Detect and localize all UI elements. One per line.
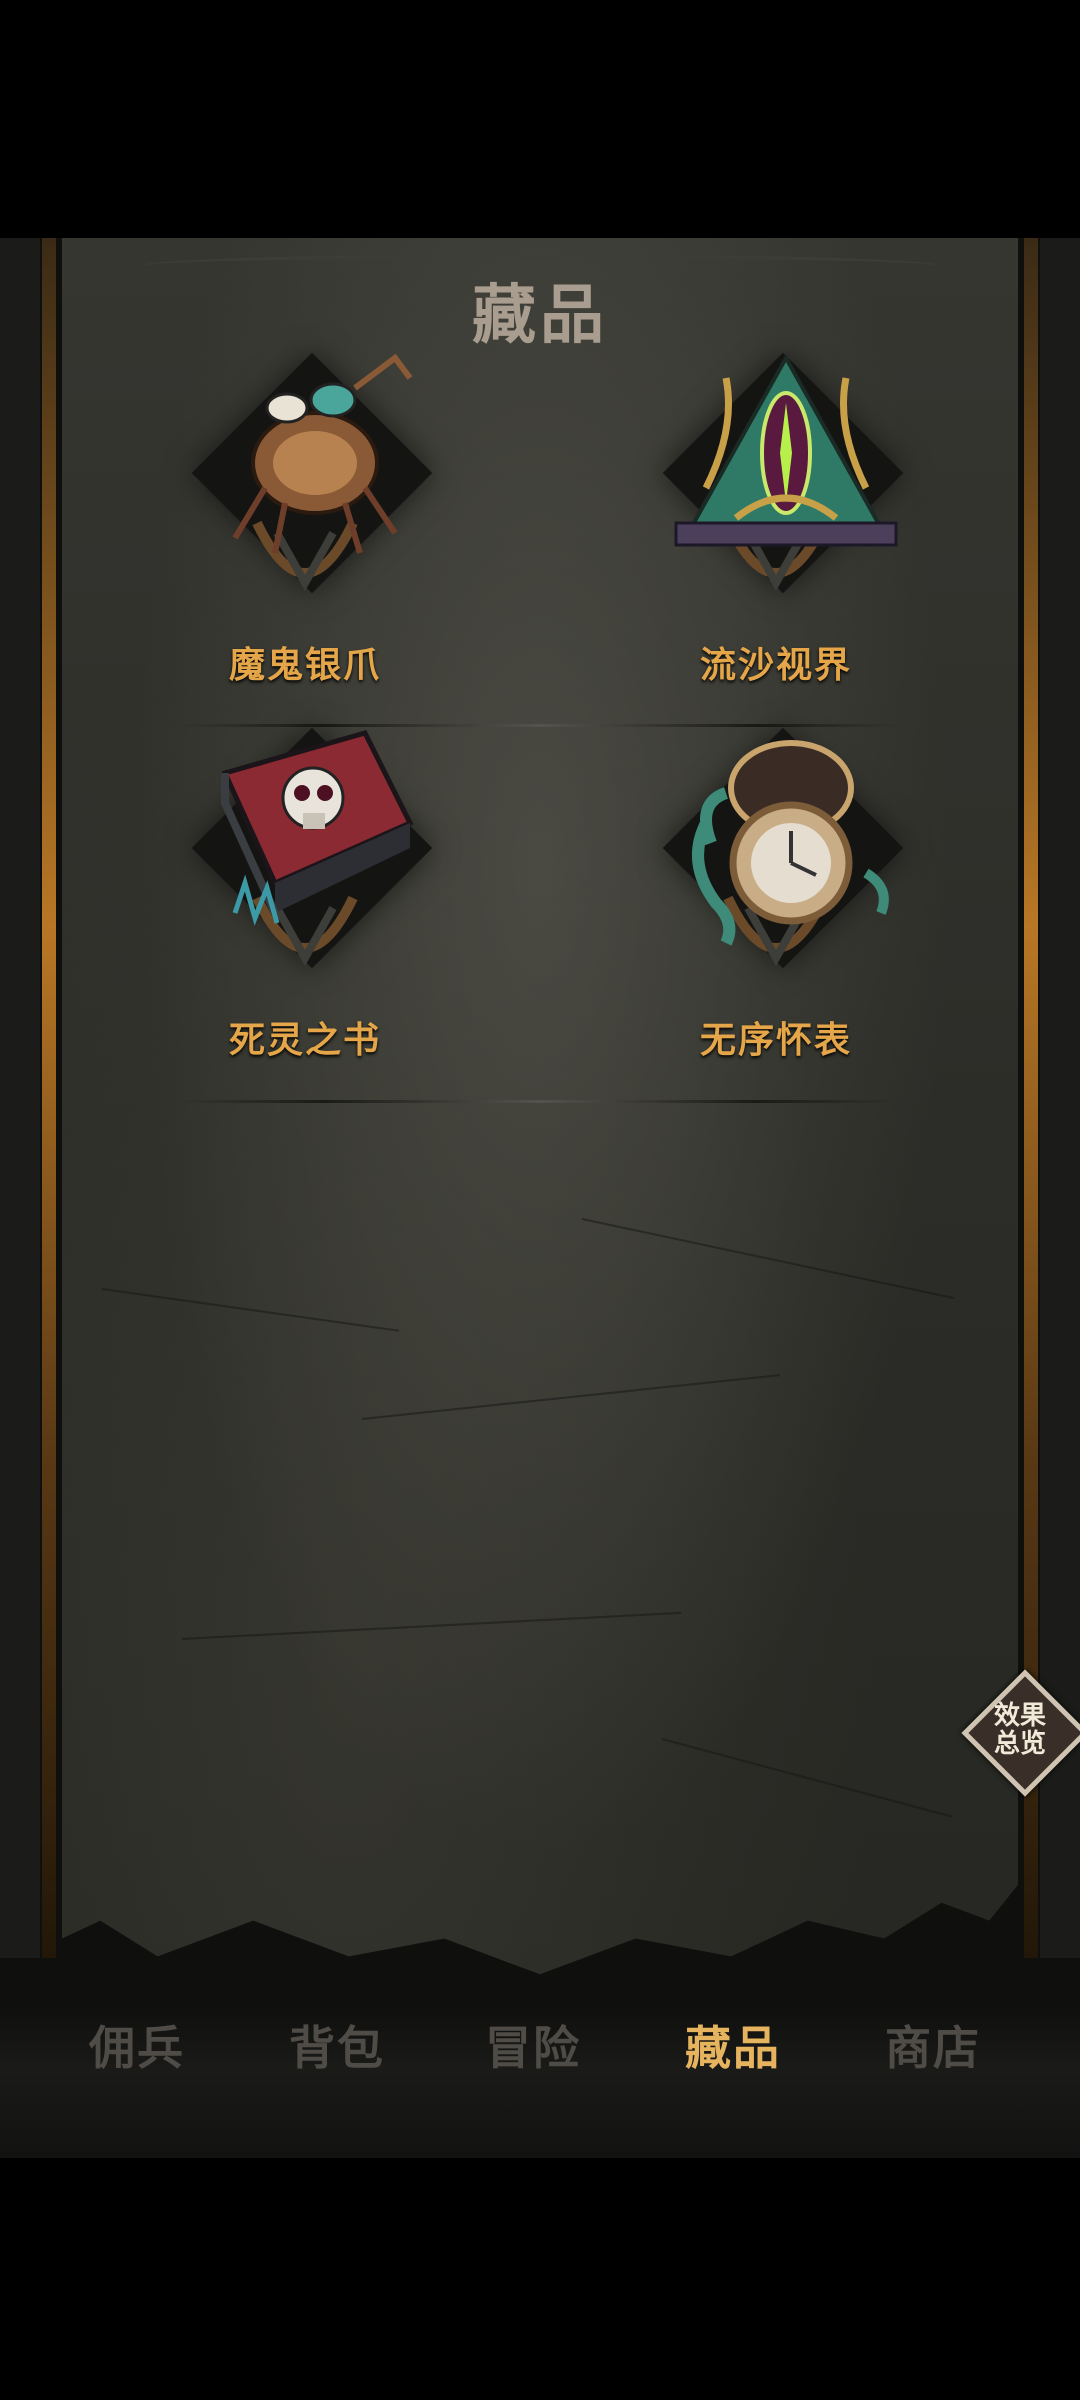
effects-overview-label: 效果 总览 [993, 1701, 1046, 1759]
tab-backpack[interactable]: 背包 [257, 2012, 417, 2078]
item-name: 魔鬼银爪 [228, 644, 381, 686]
tentacle-pocket-watch-icon [692, 740, 889, 946]
item-name: 无序怀表 [699, 1019, 852, 1061]
beetle-claw-icon [232, 353, 413, 554]
tab-shop[interactable]: 商店 [853, 2012, 1013, 2078]
collection-item-chaotic-pocket-watch[interactable]: 无序怀表 [626, 723, 926, 1083]
collection-item-necronomicon[interactable]: 死灵之书 [155, 723, 455, 1083]
tab-collection[interactable]: 藏品 [653, 2012, 813, 2078]
left-border [0, 238, 40, 1958]
collection-item-devil-claw[interactable]: 魔鬼银爪 [155, 348, 455, 708]
tab-adventure[interactable]: 冒险 [453, 2012, 613, 2078]
row-divider [180, 1100, 900, 1103]
skull-book-icon [221, 730, 414, 926]
collection-item-quicksand-vision[interactable]: 流沙视界 [626, 348, 926, 708]
item-name: 死灵之书 [228, 1019, 381, 1061]
tentacle-eye-pyramid-icon [674, 353, 898, 547]
page-title: 藏品 [472, 278, 608, 353]
left-rail-decoration [42, 238, 56, 1958]
item-name: 流沙视界 [699, 644, 852, 686]
tab-mercenaries[interactable]: 佣兵 [57, 2012, 217, 2078]
game-frame: 藏品 魔鬼银爪 流沙视界 死灵之书 无序怀表 [0, 238, 1080, 2158]
effects-overview-button[interactable]: 效果 总览 [961, 1669, 1080, 1797]
